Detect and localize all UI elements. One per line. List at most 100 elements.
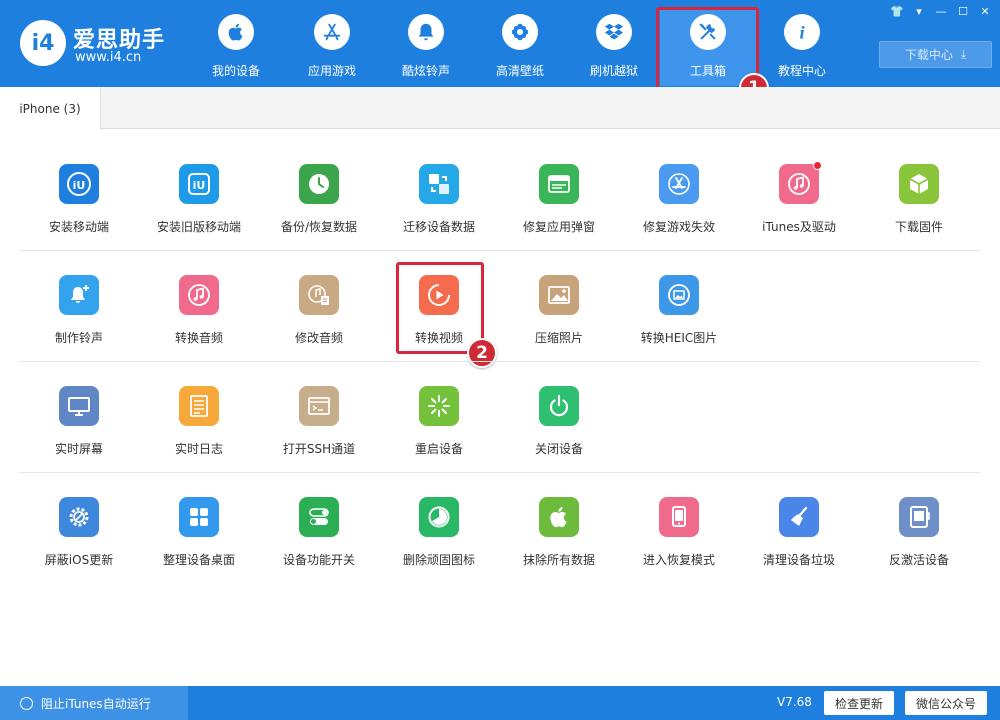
tool-live-screen[interactable]: 实时屏幕	[19, 386, 139, 476]
tool-fix-app-popup[interactable]: 修复应用弹窗	[499, 164, 619, 254]
nav-my-device[interactable]: 我的设备	[188, 14, 284, 84]
tool-erase-all-data[interactable]: 抹除所有数据	[499, 497, 619, 587]
tool-live-log[interactable]: 实时日志	[139, 386, 259, 476]
app-store-icon	[659, 164, 699, 204]
svg-text:iU: iU	[73, 179, 86, 192]
heic-icon	[659, 275, 699, 315]
tool-label: 抹除所有数据	[522, 553, 595, 567]
pie-icon	[419, 497, 459, 537]
tool-label: 备份/恢复数据	[280, 220, 358, 234]
nav-ringtones[interactable]: 酷炫铃声	[378, 14, 474, 84]
tool-convert-heic[interactable]: 转换HEIC图片	[619, 275, 739, 365]
phone-icon	[659, 497, 699, 537]
radio-icon[interactable]	[20, 696, 33, 710]
tool-label: iTunes及驱动	[762, 220, 836, 234]
tool-delete-stubborn-icons[interactable]: 删除顽固图标	[379, 497, 499, 587]
status-bar: 阻止iTunes自动运行 V7.68 检查更新 微信公众号	[0, 686, 1000, 720]
tool-label: 制作铃声	[54, 331, 103, 345]
tool-open-ssh[interactable]: 打开SSH通道	[259, 386, 379, 476]
tool-label: 关闭设备	[534, 442, 583, 456]
tool-convert-audio[interactable]: 转换音频	[139, 275, 259, 365]
cube-icon	[899, 164, 939, 204]
tool-compress-photo[interactable]: 压缩照片	[499, 275, 619, 365]
nav-wallpapers[interactable]: 高清壁纸	[472, 14, 568, 84]
step-badge-2: 2	[467, 338, 497, 368]
tool-label: 实时日志	[174, 442, 223, 456]
svg-text:i: i	[799, 22, 805, 42]
tool-clean-junk[interactable]: 清理设备垃圾	[739, 497, 859, 587]
maximize-icon[interactable]: ☐	[954, 3, 972, 19]
apple-id-icon	[539, 164, 579, 204]
tool-recovery-mode[interactable]: 进入恢复模式	[619, 497, 739, 587]
row-divider	[19, 250, 980, 251]
menu-icon[interactable]: ▾	[910, 3, 928, 19]
i4-old-icon: iU	[179, 164, 219, 204]
tool-install-mobile[interactable]: iU 安装移动端	[19, 164, 139, 254]
tool-backup-restore[interactable]: 备份/恢复数据	[259, 164, 379, 254]
svg-text:iU: iU	[193, 179, 206, 192]
tool-label: 清理设备垃圾	[762, 553, 835, 567]
tool-organize-desktop[interactable]: 整理设备桌面	[139, 497, 259, 587]
nav-label: 刷机越狱	[589, 64, 638, 78]
block-itunes-label: 阻止iTunes自动运行	[41, 696, 151, 711]
tool-deactivate-device[interactable]: 反激活设备	[859, 497, 979, 587]
ssh-icon	[299, 386, 339, 426]
version-label: V7.68	[777, 695, 812, 709]
row-divider	[19, 472, 980, 473]
tool-label: 反激活设备	[888, 553, 949, 567]
i4-icon: iU	[59, 164, 99, 204]
deactivate-icon	[899, 497, 939, 537]
monitor-icon	[59, 386, 99, 426]
tool-itunes-driver[interactable]: iTunes及驱动	[739, 161, 859, 254]
tool-migrate-data[interactable]: 迁移设备数据	[379, 164, 499, 254]
tool-label: 设备功能开关	[282, 553, 355, 567]
tab-iphone[interactable]: iPhone (3)	[0, 87, 101, 130]
tool-label: 转换音频	[174, 331, 223, 345]
nav-flash-jailbreak[interactable]: 刷机越狱	[566, 14, 662, 84]
check-update-button[interactable]: 检查更新	[824, 691, 894, 715]
grid-icon	[179, 497, 219, 537]
restart-icon	[419, 386, 459, 426]
tool-download-firmware[interactable]: 下载固件	[859, 164, 979, 254]
close-icon[interactable]: ✕	[976, 3, 994, 19]
broom-icon	[779, 497, 819, 537]
tool-label: 实时屏幕	[54, 442, 103, 456]
tool-label: 安装移动端	[48, 220, 109, 234]
row-divider	[19, 361, 980, 362]
download-icon: ⤓	[960, 47, 967, 61]
info-icon: i	[784, 14, 820, 50]
tool-label: 修复应用弹窗	[522, 220, 595, 234]
brand-url: www.i4.cn	[75, 50, 142, 65]
tool-install-old-mobile[interactable]: iU 安装旧版移动端	[139, 164, 259, 254]
backup-clock-icon	[299, 164, 339, 204]
music-file-icon	[299, 275, 339, 315]
toggle-icon	[299, 497, 339, 537]
tool-fix-game[interactable]: 修复游戏失效	[619, 164, 739, 254]
log-icon	[179, 386, 219, 426]
bell-plus-icon	[59, 275, 99, 315]
wechat-account-button[interactable]: 微信公众号	[905, 691, 987, 715]
nav-apps-games[interactable]: 应用游戏	[284, 14, 380, 84]
minimize-icon[interactable]: —	[932, 3, 950, 19]
tool-shutdown-device[interactable]: 关闭设备	[499, 386, 619, 476]
block-itunes-autorun-toggle[interactable]: 阻止iTunes自动运行	[0, 686, 188, 720]
tool-label: 修复游戏失效	[642, 220, 715, 234]
flower-icon	[502, 14, 538, 50]
tool-label: 迁移设备数据	[402, 220, 475, 234]
tool-make-ringtone[interactable]: 制作铃声	[19, 275, 139, 365]
tool-edit-audio[interactable]: 修改音频	[259, 275, 379, 365]
tool-label: 压缩照片	[534, 331, 583, 345]
tool-block-ios-update[interactable]: 屏蔽iOS更新	[19, 497, 139, 587]
apple-erase-icon	[539, 497, 579, 537]
download-center-button[interactable]: 下载中心 ⤓	[879, 41, 992, 68]
skin-icon[interactable]: 👕	[888, 3, 906, 19]
download-center-label: 下载中心	[904, 48, 953, 62]
nav-tutorials[interactable]: i 教程中心	[754, 14, 850, 84]
nav-label: 酷炫铃声	[401, 64, 450, 78]
music-note-icon	[179, 275, 219, 315]
tool-restart-device[interactable]: 重启设备	[379, 386, 499, 476]
tool-feature-switches[interactable]: 设备功能开关	[259, 497, 379, 587]
window-controls: 👕 ▾ — ☐ ✕	[888, 3, 994, 19]
migrate-icon	[419, 164, 459, 204]
power-icon	[539, 386, 579, 426]
